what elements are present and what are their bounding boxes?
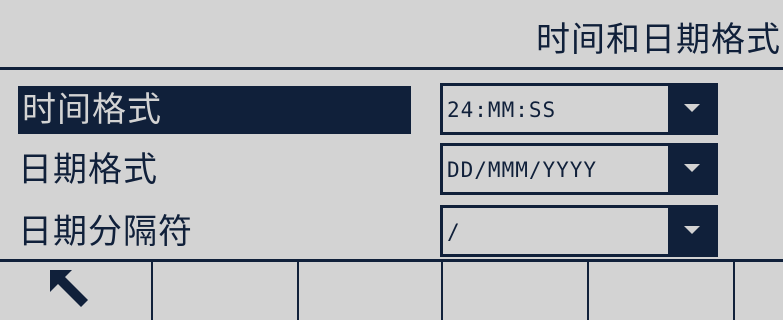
date-separator-dropdown-button[interactable] (668, 208, 715, 254)
chevron-down-icon (684, 104, 700, 112)
setting-row-time-format[interactable]: 时间格式 24:MM:SS (0, 83, 783, 139)
date-format-dropdown[interactable]: DD/MMM/YYYY (440, 143, 718, 195)
page-title: 时间和日期格式 (536, 20, 781, 60)
softkey-6[interactable] (735, 262, 783, 320)
setting-row-date-separator[interactable]: 日期分隔符 / (0, 205, 783, 261)
date-format-dropdown-button[interactable] (668, 146, 715, 192)
back-arrow-icon (50, 270, 88, 307)
setting-label-date-separator: 日期分隔符 (18, 212, 193, 252)
softkey-back[interactable] (0, 262, 153, 320)
softkey-5[interactable] (589, 262, 735, 320)
date-format-value: DD/MMM/YYYY (447, 158, 598, 182)
chevron-down-icon (684, 164, 700, 172)
softkey-bar (0, 259, 783, 320)
time-format-dropdown-button[interactable] (668, 86, 715, 132)
softkey-4[interactable] (443, 262, 589, 320)
time-format-dropdown[interactable]: 24:MM:SS (440, 83, 718, 135)
title-bar: 时间和日期格式 (0, 8, 783, 70)
softkey-2[interactable] (153, 262, 299, 320)
chevron-down-icon (684, 226, 700, 234)
date-separator-value: / (447, 220, 461, 244)
setting-label-date-format: 日期格式 (18, 150, 158, 190)
softkey-3[interactable] (299, 262, 443, 320)
setting-row-date-format[interactable]: 日期格式 DD/MMM/YYYY (0, 143, 783, 199)
display-screen: 时间和日期格式 时间格式 24:MM:SS 日期格式 DD/MMM/YYYY 日… (0, 0, 783, 320)
date-separator-dropdown[interactable]: / (440, 205, 718, 257)
time-format-value: 24:MM:SS (447, 98, 557, 122)
setting-label-time-format: 时间格式 (18, 86, 411, 134)
